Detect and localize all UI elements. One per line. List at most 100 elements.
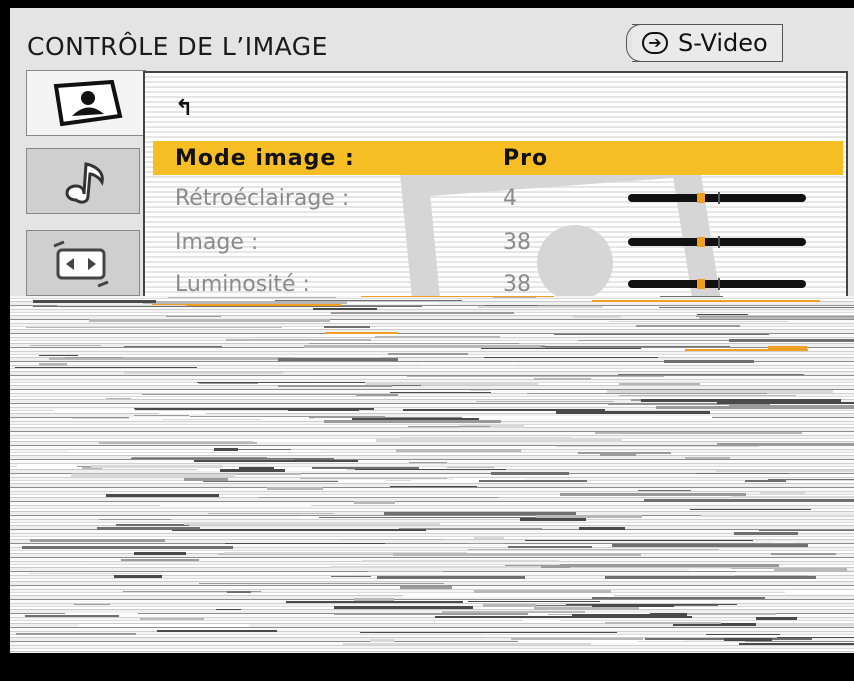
noise-streak <box>390 486 477 487</box>
noise-streak <box>608 404 770 405</box>
noise-streak <box>343 643 591 645</box>
noise-streak <box>71 474 235 477</box>
tab-audio[interactable] <box>26 148 140 214</box>
noise-streak <box>134 415 189 416</box>
noise-streak <box>134 552 186 555</box>
noise-streak <box>65 357 123 358</box>
tab-picture[interactable] <box>26 70 146 136</box>
noise-streak <box>334 606 473 609</box>
noise-streak <box>541 346 730 347</box>
music-note-icon <box>65 162 104 204</box>
noise-streak <box>573 316 621 318</box>
noise-streak <box>638 641 745 642</box>
noise-streak <box>129 417 309 419</box>
signal-noise-area <box>10 296 854 653</box>
noise-streak <box>485 305 538 306</box>
noise-streak <box>483 604 536 607</box>
brightness-slider[interactable] <box>628 278 806 290</box>
noise-streak <box>760 492 805 494</box>
noise-streak <box>734 532 798 535</box>
noise-streak <box>484 357 658 358</box>
noise-streak <box>325 332 398 334</box>
slider-thumb[interactable] <box>697 237 705 247</box>
noise-streak <box>409 462 447 463</box>
noise-streak <box>370 639 394 642</box>
noise-streak <box>352 418 479 420</box>
noise-streak <box>609 321 788 322</box>
noise-streak <box>202 378 311 379</box>
noise-streak <box>319 517 540 518</box>
noise-streak <box>106 494 219 497</box>
slider-thumb[interactable] <box>697 279 705 289</box>
settings-panel: ↰ Mode image : Pro Rétroéclairage : 4 Im… <box>143 71 848 301</box>
noise-streak <box>54 409 135 411</box>
noise-streak <box>520 518 586 521</box>
noise-streak <box>478 306 603 308</box>
noise-streak <box>360 632 617 633</box>
noise-streak <box>476 401 614 402</box>
noise-streak <box>768 479 854 480</box>
noise-streak <box>690 509 811 510</box>
input-source-label: S-Video <box>678 29 768 57</box>
noise-streak <box>400 586 452 589</box>
image-slider[interactable] <box>628 236 806 248</box>
noise-streak <box>194 460 358 462</box>
noise-streak <box>16 633 136 635</box>
noise-streak <box>354 501 395 504</box>
menu-row-label: Image : <box>175 229 259 255</box>
menu-row-label: Mode image : <box>175 145 355 171</box>
noise-streak <box>638 490 691 491</box>
menu-row-image[interactable]: Image : 38 <box>153 225 843 259</box>
noise-streak <box>644 499 854 502</box>
noise-streak <box>641 399 841 402</box>
noise-streak <box>362 560 559 562</box>
noise-streak <box>199 583 444 584</box>
noise-streak <box>160 505 311 506</box>
noise-streak <box>508 546 592 548</box>
menu-row-value: 38 <box>503 271 531 297</box>
noise-streak <box>361 296 554 297</box>
noise-streak <box>717 443 854 446</box>
noise-streak <box>158 337 253 338</box>
noise-streak <box>525 540 753 541</box>
noise-streak <box>618 374 804 375</box>
noise-streak <box>116 524 189 526</box>
noise-streak <box>226 339 371 341</box>
back-arrow-icon: ↰ <box>175 95 194 121</box>
noise-streak <box>527 393 767 394</box>
noise-streak <box>578 452 671 454</box>
noise-streak <box>659 307 854 308</box>
noise-streak <box>396 449 521 452</box>
noise-streak <box>566 604 737 605</box>
noise-streak <box>595 432 802 434</box>
noise-streak <box>777 637 854 638</box>
noise-streak <box>773 542 794 543</box>
noise-streak <box>203 481 338 482</box>
noise-streak <box>91 465 223 468</box>
tab-screen[interactable] <box>26 230 140 296</box>
noise-streak <box>511 638 643 640</box>
menu-row-label: Luminosité : <box>175 271 310 297</box>
noise-streak <box>368 571 443 572</box>
input-arrow-icon: ➔ <box>642 32 668 54</box>
menu-row-retroeclairage[interactable]: Rétroéclairage : 4 <box>153 181 843 215</box>
noise-streak <box>403 595 614 597</box>
menu-row-mode-image[interactable]: Mode image : Pro <box>153 141 843 175</box>
noise-streak <box>131 398 184 399</box>
noise-streak <box>89 319 330 322</box>
noise-streak <box>324 420 501 423</box>
noise-streak <box>30 345 101 346</box>
noise-streak <box>421 366 516 367</box>
noise-streak <box>592 300 820 302</box>
slider-thumb[interactable] <box>697 193 705 203</box>
noise-streak <box>208 513 334 514</box>
backlight-slider[interactable] <box>628 192 806 204</box>
noise-streak <box>22 546 233 549</box>
noise-streak <box>619 383 700 385</box>
back-button[interactable]: ↰ <box>153 91 843 125</box>
noise-streak <box>99 442 257 444</box>
screen-adjust-icon <box>53 240 109 288</box>
noise-streak <box>126 395 356 396</box>
noise-streak <box>214 448 238 451</box>
noise-streak <box>771 553 836 555</box>
